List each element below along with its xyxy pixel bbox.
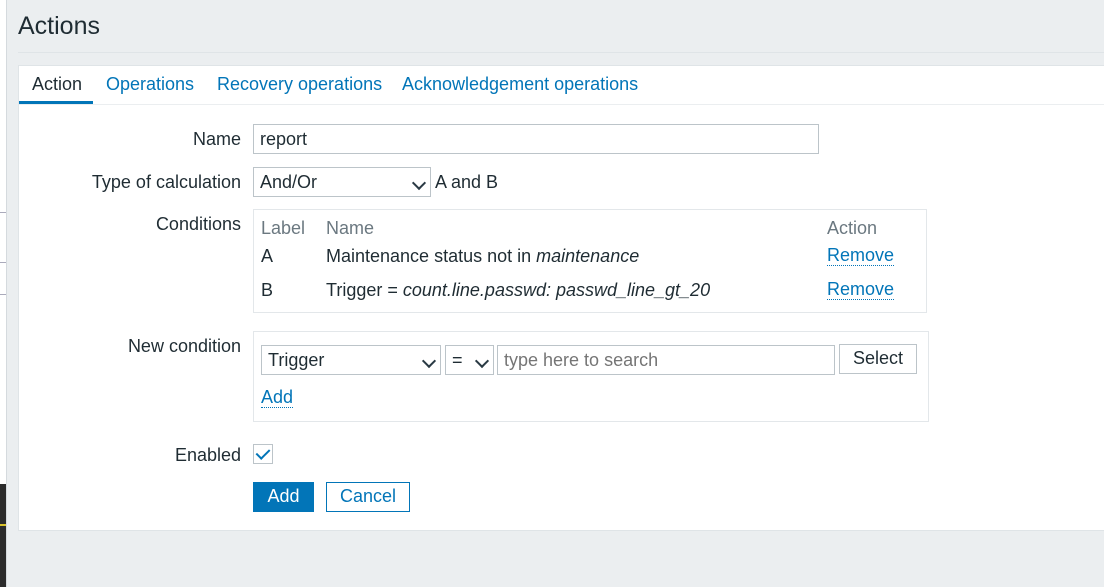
condition-operator-value: = [452,350,463,370]
page-title: Actions [18,12,100,40]
conditions-header-action: Action [827,218,878,238]
chevron-down-icon [411,175,427,191]
remove-condition-a-link[interactable]: Remove [827,245,895,266]
condition-row-b-name: Trigger = count.line.passwd: passwd_line… [326,280,711,300]
select-trigger-button[interactable]: Select [839,344,917,374]
conditions-label: Conditions [155,214,241,234]
calculation-formula: A and B [435,172,499,192]
tab-action[interactable]: Action [32,74,82,95]
left-window-edge [0,0,7,587]
action-form-panel: Action Operations Recovery operations Ac… [18,65,1104,531]
tab-bar: Action Operations Recovery operations Ac… [19,66,1104,105]
name-label: Name [192,129,241,149]
enabled-label: Enabled [174,445,241,465]
condition-operator-select[interactable]: = [445,345,494,375]
add-condition-link[interactable]: Add [261,387,294,408]
condition-row-a-name: Maintenance status not in maintenance [326,246,640,266]
add-button[interactable]: Add [253,482,314,512]
tab-operations[interactable]: Operations [106,74,194,95]
type-of-calculation-select[interactable]: And/Or [253,167,431,197]
conditions-header-name: Name [326,218,375,238]
type-of-calculation-label: Type of calculation [91,172,241,192]
checkmark-icon [255,445,271,460]
chevron-down-icon [421,353,437,369]
condition-row-b-label: B [261,280,274,300]
conditions-header-label: Label [261,218,306,238]
title-divider [18,52,1104,53]
conditions-table: Label Name Action A Maintenance status n… [253,209,927,313]
enabled-checkbox[interactable] [253,444,273,464]
condition-type-value: Trigger [268,350,325,370]
type-of-calculation-value: And/Or [260,172,318,192]
condition-row-a-label: A [261,246,274,266]
condition-type-select[interactable]: Trigger [261,345,441,375]
trigger-search-input[interactable] [497,345,835,375]
cancel-button[interactable]: Cancel [326,482,410,512]
active-tab-indicator [19,101,93,104]
tab-acknowledgement-operations[interactable]: Acknowledgement operations [402,74,638,95]
tab-recovery-operations[interactable]: Recovery operations [217,74,382,95]
new-condition-label: New condition [127,336,241,356]
name-input[interactable] [253,124,819,154]
new-condition-box: Trigger = Select Add [253,331,929,422]
chevron-down-icon [474,353,490,369]
remove-condition-b-link[interactable]: Remove [827,279,895,300]
